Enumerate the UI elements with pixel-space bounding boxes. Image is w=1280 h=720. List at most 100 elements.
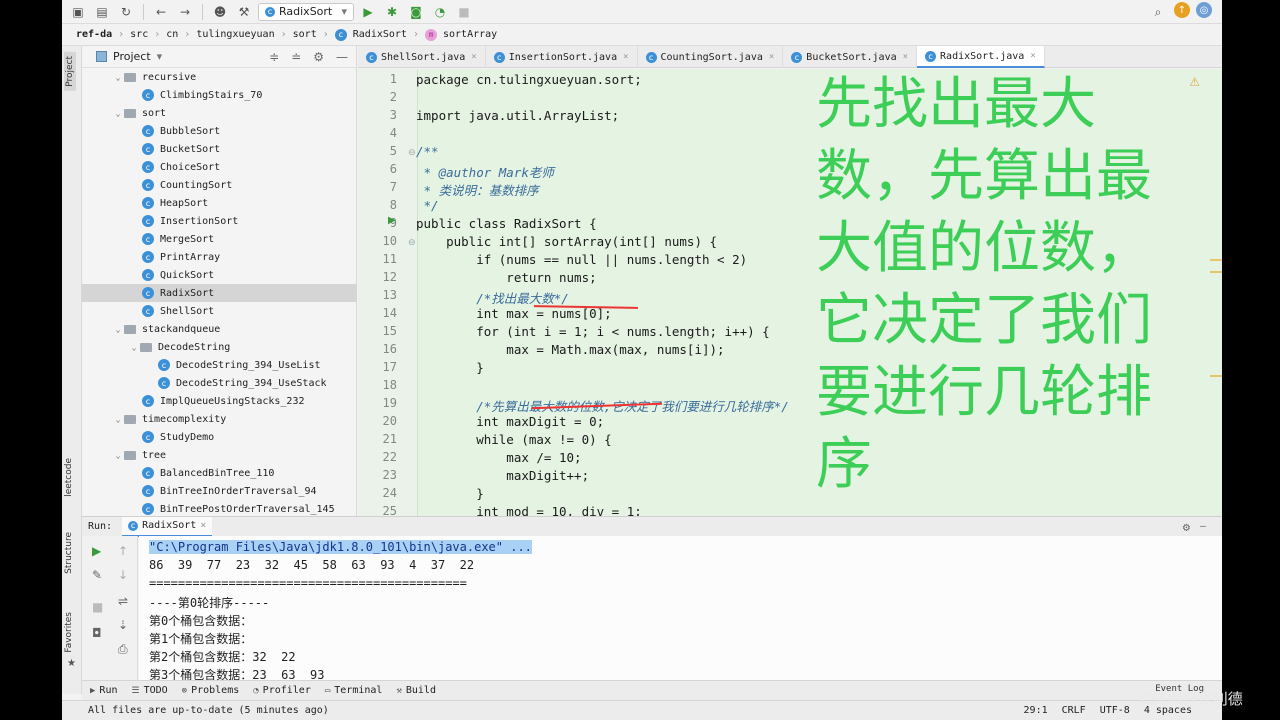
editor-scrollbar[interactable] — [1208, 69, 1222, 516]
tree-file[interactable]: c ClimbingStairs_70 — [82, 86, 357, 104]
close-icon[interactable]: × — [769, 52, 774, 62]
run-gutter-icon[interactable]: ▶ — [388, 215, 396, 226]
close-icon[interactable]: × — [471, 52, 476, 62]
expand-all-icon[interactable]: ≑ — [269, 50, 279, 64]
tree-file[interactable]: c BubbleSort — [82, 122, 357, 140]
tree-file[interactable]: c DecodeString_394_UseList — [82, 356, 357, 374]
user-icon[interactable]: ☻ — [210, 2, 230, 22]
gear-icon[interactable]: ⚙ — [313, 50, 324, 64]
wrench-icon[interactable]: ✎ — [92, 568, 102, 582]
file-encoding[interactable]: UTF-8 — [1100, 705, 1130, 716]
stop-icon[interactable]: ■ — [92, 600, 103, 614]
chevron-down-icon[interactable]: ⌄ — [112, 109, 124, 118]
tree-file[interactable]: c BucketSort — [82, 140, 357, 158]
run-tab[interactable]: c RadixSort × — [122, 516, 213, 537]
fold-icon[interactable]: ⊖ — [408, 238, 416, 248]
code-editor[interactable]: 1 2 3 4 5 6 7 8 9 10 11 12 13 14 15 16 17 18 19 20 21 22 23 24 2… — [358, 69, 1222, 516]
chevron-down-icon[interactable]: ▾ — [157, 50, 163, 63]
tree-file[interactable]: c ImplQueueUsingStacks_232 — [82, 392, 357, 410]
tree-file[interactable]: c PrintArray — [82, 248, 357, 266]
stop-icon[interactable]: ■ — [454, 2, 474, 22]
editor-tab[interactable]: c ShellSort.java × — [358, 46, 486, 68]
tree-file[interactable]: c BinTreeInOrderTraversal_94 — [82, 482, 357, 500]
close-icon[interactable]: × — [1030, 51, 1035, 61]
tool-tab-build[interactable]: ⚒ Build — [396, 685, 436, 696]
editor-tab[interactable]: c CountingSort.java × — [638, 46, 784, 68]
breadcrumb-item[interactable]: src — [130, 29, 148, 40]
tree-file[interactable]: c StudyDemo — [82, 428, 357, 446]
open-folder-icon[interactable]: ▣ — [68, 2, 88, 22]
editor-tab[interactable]: c RadixSort.java × — [917, 46, 1045, 68]
tree-file[interactable]: c InsertionSort — [82, 212, 357, 230]
debug-icon[interactable]: ✱ — [382, 2, 402, 22]
tree-folder[interactable]: ⌄ recursive — [82, 68, 357, 86]
breadcrumb-item[interactable]: sortArray — [443, 29, 497, 40]
line-separator[interactable]: CRLF — [1062, 705, 1086, 716]
favorites-tool-tab[interactable]: Favorites — [64, 612, 74, 653]
tool-tab-terminal[interactable]: ▭ Terminal — [325, 685, 383, 696]
project-panel-title[interactable]: Project — [113, 50, 151, 63]
forward-icon[interactable]: → — [175, 2, 195, 22]
print-icon[interactable]: ⎙ — [118, 642, 128, 657]
tree-file[interactable]: c RadixSort — [82, 284, 357, 302]
tree-file[interactable]: c HeapSort — [82, 194, 357, 212]
breadcrumb-item[interactable]: ref-da — [76, 29, 112, 40]
profile-icon[interactable]: ◔ — [430, 2, 450, 22]
breadcrumb-item[interactable]: sort — [293, 29, 317, 40]
tree-folder[interactable]: ⌄ sort — [82, 104, 357, 122]
camera-icon[interactable]: ◘ — [92, 626, 102, 640]
sync-icon[interactable]: ↻ — [116, 2, 136, 22]
structure-tool-tab[interactable]: Structure — [64, 532, 74, 574]
chevron-down-icon[interactable]: ⌄ — [112, 325, 124, 334]
scroll-end-icon[interactable]: ⇣ — [118, 618, 128, 632]
rerun-icon[interactable]: ▶ — [92, 544, 101, 558]
chevron-down-icon[interactable]: ⌄ — [112, 73, 124, 82]
hide-icon[interactable]: — — [336, 50, 348, 64]
tree-file[interactable]: c MergeSort — [82, 230, 357, 248]
back-icon[interactable]: ← — [151, 2, 171, 22]
leetcode-tool-tab[interactable]: leetcode — [64, 458, 74, 497]
run-console[interactable]: "C:\Program Files\Java\jdk1.8.0_101\bin\… — [139, 536, 1222, 680]
chevron-down-icon[interactable]: ⌄ — [128, 343, 140, 352]
down-arrow-icon[interactable]: ↓ — [118, 568, 128, 582]
tree-file[interactable]: c ShellSort — [82, 302, 357, 320]
update-icon[interactable]: ↑ — [1174, 2, 1190, 18]
run-icon[interactable]: ▶ — [358, 2, 378, 22]
search-icon[interactable]: ⌕ — [1148, 2, 1168, 22]
close-icon[interactable]: × — [623, 52, 628, 62]
tree-file[interactable]: c BalancedBinTree_110 — [82, 464, 357, 482]
tool-tab-todo[interactable]: ☰ TODO — [131, 685, 167, 696]
breadcrumb-item[interactable]: tulingxueyuan — [196, 29, 274, 40]
close-icon[interactable]: × — [903, 52, 908, 62]
editor-tab[interactable]: c BucketSort.java × — [783, 46, 918, 68]
fold-icon[interactable]: ⊖ — [408, 148, 416, 158]
build-hammer-icon[interactable]: ⚒ — [234, 2, 254, 22]
tool-tab-problems[interactable]: ⊗ Problems — [182, 685, 240, 696]
breadcrumb-item[interactable]: cn — [166, 29, 178, 40]
save-all-icon[interactable]: ▤ — [92, 2, 112, 22]
caret-position[interactable]: 29:1 — [1024, 705, 1048, 716]
tree-folder[interactable]: ⌄ stackandqueue — [82, 320, 357, 338]
close-icon[interactable]: × — [200, 520, 206, 531]
tree-folder[interactable]: ⌄ tree — [82, 446, 357, 464]
collapse-all-icon[interactable]: ≐ — [291, 50, 301, 64]
tree-file[interactable]: c CountingSort — [82, 176, 357, 194]
tree-file[interactable]: c ChoiceSort — [82, 158, 357, 176]
coverage-icon[interactable]: ◙ — [406, 2, 426, 22]
project-tool-tab[interactable]: Project — [64, 52, 76, 91]
breadcrumb-item[interactable]: RadixSort — [353, 29, 407, 40]
tree-folder[interactable]: ⌄ DecodeString — [82, 338, 357, 356]
gear-icon[interactable]: ⚙ — [1183, 520, 1190, 534]
wrap-icon[interactable]: ⇌ — [118, 594, 128, 608]
tree-file[interactable]: c DecodeString_394_UseStack — [82, 374, 357, 392]
chevron-down-icon[interactable]: ⌄ — [112, 451, 124, 460]
tree-file[interactable]: c QuickSort — [82, 266, 357, 284]
run-config-select[interactable]: c RadixSort ▾ — [258, 2, 354, 21]
up-arrow-icon[interactable]: ↑ — [118, 544, 128, 558]
tool-tab-run[interactable]: ▶ Run — [90, 685, 117, 696]
tree-folder[interactable]: ⌄ timecomplexity — [82, 410, 357, 428]
tool-tab-profiler[interactable]: ◔ Profiler — [253, 685, 311, 696]
settings-icon[interactable]: ◎ — [1196, 2, 1212, 18]
chevron-down-icon[interactable]: ⌄ — [112, 415, 124, 424]
hide-icon[interactable]: — — [1200, 521, 1206, 532]
